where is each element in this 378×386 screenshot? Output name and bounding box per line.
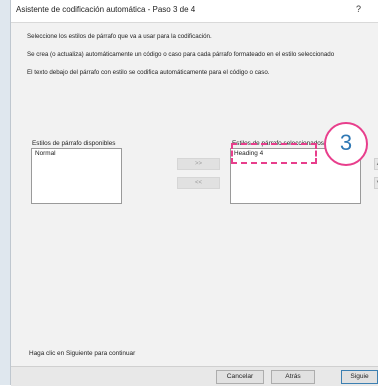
- move-up-button[interactable]: ▲: [374, 158, 378, 170]
- available-styles-list[interactable]: Normal: [31, 148, 122, 204]
- instruction-line-2: Se crea (o actualiza) automáticamente un…: [27, 51, 335, 58]
- help-button[interactable]: ?: [356, 4, 361, 14]
- footer-hint: Haga clic en Siguiente para continuar: [29, 350, 136, 357]
- remove-style-button[interactable]: <<: [177, 177, 220, 189]
- move-down-button[interactable]: ▼: [374, 177, 378, 189]
- title-bar: Asistente de codificación automática - P…: [11, 0, 378, 23]
- step-callout-badge: 3: [324, 122, 368, 166]
- available-styles-label: Estilos de párrafo disponibles: [32, 140, 116, 147]
- button-bar: Cancelar: [11, 366, 378, 386]
- add-style-button[interactable]: >>: [177, 158, 220, 170]
- list-item-normal[interactable]: Normal: [35, 150, 56, 157]
- selected-style-highlight: [231, 143, 317, 164]
- step-callout-number: 3: [339, 130, 353, 155]
- instruction-line-3: El texto debajo del párrafo con estilo s…: [27, 69, 270, 76]
- back-button[interactable]: Atrás: [271, 370, 315, 384]
- next-button[interactable]: Siguie: [341, 370, 378, 384]
- instruction-line-1: Seleccione los estilos de párrafo que va…: [27, 33, 212, 40]
- background-window: [0, 0, 10, 385]
- cancel-button-main[interactable]: Cancelar: [216, 370, 264, 384]
- auto-code-wizard-dialog: Asistente de codificación automática - P…: [10, 0, 378, 386]
- dialog-title: Asistente de codificación automática - P…: [16, 5, 196, 14]
